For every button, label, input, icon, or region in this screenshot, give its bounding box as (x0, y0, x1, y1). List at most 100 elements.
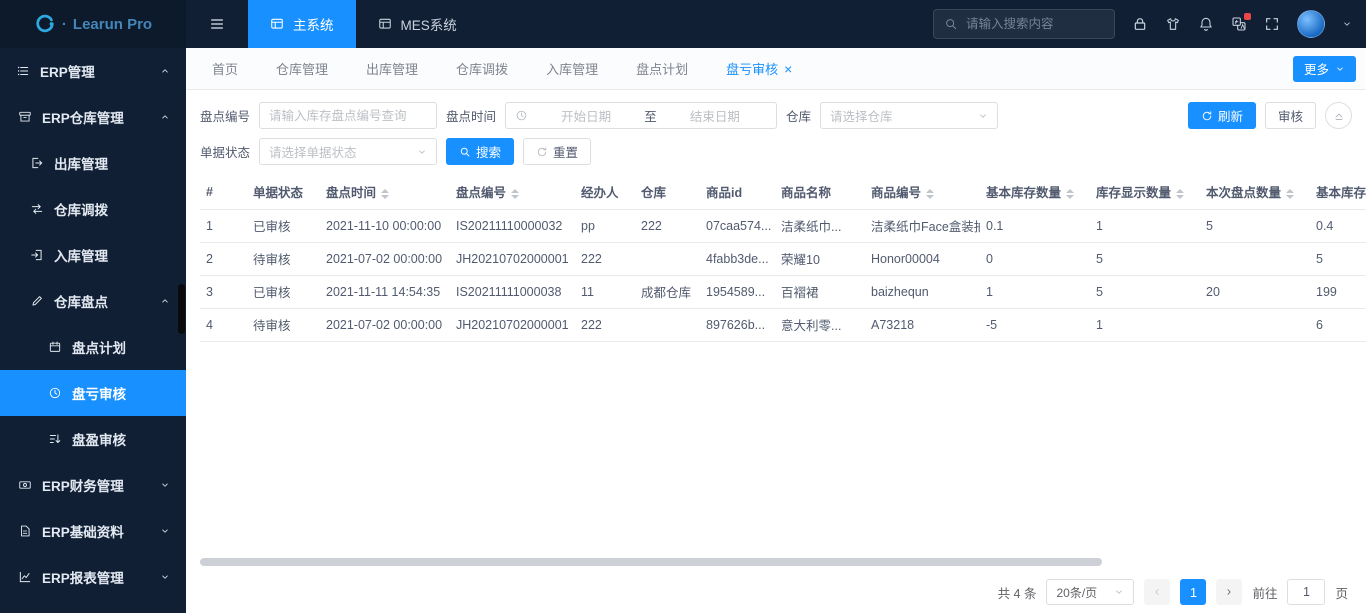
sidebar-item-9[interactable]: ERP财务管理 (0, 462, 186, 508)
global-search[interactable] (933, 9, 1115, 39)
system-tabs: 主系统 MES系统 (248, 0, 479, 48)
reset-button[interactable]: 重置 (523, 138, 592, 165)
warehouse-select[interactable]: 请选择仓库 (820, 102, 999, 129)
page-tab-7[interactable]: 盘亏审核 × (726, 59, 792, 78)
sort-icon[interactable] (1066, 188, 1075, 199)
fullscreen-button[interactable] (1264, 16, 1280, 32)
page-tab-label: 首页 (212, 62, 239, 77)
sort-icon[interactable] (1286, 188, 1295, 199)
start-date-placeholder[interactable]: 开始日期 (534, 106, 638, 125)
chevron-up-icon (160, 112, 170, 122)
page-tab-2[interactable]: 仓库管理 (276, 59, 328, 78)
table-cell: 2021-11-11 14:54:35 (320, 275, 450, 309)
table-cell: 百褶裙 (775, 275, 865, 309)
column-header-11[interactable]: 库存显示数量 (1090, 175, 1200, 210)
sidebar-item-10[interactable]: ERP基础资料 (0, 508, 186, 554)
table-row-2[interactable]: 2 待审核 2021-07-02 00:00:00 JH20210702000001 2… (200, 242, 1366, 276)
system-tab-2[interactable]: MES系统 (356, 0, 479, 48)
sort-icon[interactable] (511, 188, 520, 199)
clock-icon (515, 109, 528, 122)
prev-page-button[interactable] (1144, 579, 1171, 605)
sort-icon[interactable] (381, 188, 390, 199)
page-tab-6[interactable]: 盘点计划 (636, 59, 688, 78)
page-tab-4[interactable]: 仓库调拨 (456, 59, 508, 78)
filter-row-1: 盘点编号 盘点时间 开始日期 至 结束日期 仓库 请选择仓库 刷 (200, 102, 1352, 129)
table-cell: pp (575, 209, 635, 243)
column-header-12[interactable]: 本次盘点数量 (1200, 175, 1310, 210)
table-header-row: # 单据状态 盘点时间 盘点编号 经办人 仓库 商品id 商品名称 商品编号 基本库存数量 库存显示… (200, 175, 1366, 210)
lock-button[interactable] (1132, 16, 1148, 32)
filter-row-2: 单据状态 请选择单据状态 搜索 重置 (200, 138, 1352, 165)
language-button[interactable] (1231, 13, 1251, 32)
column-label: 商品编号 (871, 186, 922, 201)
sidebar-item-7[interactable]: 盘亏审核 (0, 370, 186, 416)
theme-icon (1165, 16, 1181, 32)
sidebar-item-3[interactable]: 仓库调拨 (0, 186, 186, 232)
sidebar-root-label: ERP管理 (40, 65, 95, 80)
table-cell: 20 (1200, 275, 1310, 309)
column-header-4[interactable]: 盘点编号 (450, 175, 575, 210)
theme-button[interactable] (1165, 16, 1181, 32)
code-input[interactable] (259, 102, 438, 129)
page-tab-1[interactable]: 首页 (212, 59, 238, 78)
system-tab-1[interactable]: 主系统 (248, 0, 356, 48)
table-row-1[interactable]: 1 已审核 2021-11-10 00:00:00 IS20211110000032 p… (200, 209, 1366, 243)
global-search-input[interactable] (966, 17, 1104, 31)
app-root: · Learun Pro 主系统 MES系统 请输入搜索内容 ERP管理 ERP… (0, 0, 1366, 613)
page-size-select[interactable]: 20条/页 (1046, 579, 1135, 605)
goto-page-input[interactable] (1287, 579, 1326, 605)
audit-button[interactable]: 审核 (1264, 102, 1316, 129)
page-tab-label: 盘亏审核 (726, 62, 779, 77)
sidebar-item-8[interactable]: 盘盈审核 (0, 416, 186, 462)
sort-icon[interactable] (1176, 188, 1185, 199)
column-header-10[interactable]: 基本库存数量 (980, 175, 1090, 210)
sidebar-toggle-button[interactable] (186, 0, 248, 48)
stocktake-icon (30, 294, 44, 308)
sidebar-item-2[interactable]: 出库管理 (0, 140, 186, 186)
close-tab-icon[interactable]: × (784, 62, 792, 76)
column-header-3[interactable]: 盘点时间 (320, 175, 450, 210)
status-select[interactable]: 请选择单据状态 (259, 138, 438, 165)
user-avatar[interactable] (1297, 10, 1325, 38)
fullscreen-icon (1264, 16, 1280, 32)
sidebar-scrollbar-thumb[interactable] (178, 284, 185, 334)
sidebar-item-6[interactable]: 盘点计划 (0, 324, 186, 370)
sidebar-item-5[interactable]: 仓库盘点 (0, 278, 186, 324)
notification-button[interactable] (1198, 16, 1214, 32)
page-1-button[interactable]: 1 (1180, 579, 1207, 605)
column-header-13[interactable]: 基本库存数量 (1310, 175, 1366, 210)
end-date-placeholder[interactable]: 结束日期 (663, 106, 767, 125)
chevron-down-icon (1335, 64, 1345, 74)
app-logo[interactable]: · Learun Pro (0, 0, 186, 48)
sidebar-item-11[interactable]: ERP报表管理 (0, 554, 186, 600)
monitor-icon (378, 17, 392, 31)
table-cell: 1 (1090, 308, 1200, 342)
refresh-button[interactable]: 刷新 (1187, 102, 1256, 129)
goto-label: 前往 (1252, 586, 1278, 601)
table-row-3[interactable]: 3 已审核 2021-11-11 14:54:35 IS20211111000038 1… (200, 275, 1366, 309)
table-row-4[interactable]: 4 待审核 2021-07-02 00:00:00 JH20210702000001 2… (200, 308, 1366, 342)
next-page-button[interactable] (1216, 579, 1243, 605)
filter-panel: 盘点编号 盘点时间 开始日期 至 结束日期 仓库 请选择仓库 刷 (186, 90, 1366, 169)
page-tab-3[interactable]: 出库管理 (366, 59, 418, 78)
more-tabs-button[interactable]: 更多 (1292, 55, 1356, 82)
user-menu-chevron-icon[interactable] (1342, 19, 1352, 29)
page-unit: 页 (1335, 586, 1348, 601)
page-tab-5[interactable]: 入库管理 (546, 59, 598, 78)
logo-icon (34, 13, 56, 35)
sort-icon[interactable] (926, 188, 935, 199)
table-cell: 1954589... (700, 275, 775, 309)
outbound-icon (30, 156, 44, 170)
horizontal-scrollbar[interactable] (200, 558, 1102, 566)
date-range-picker[interactable]: 开始日期 至 结束日期 (505, 102, 778, 129)
chevron-down-icon (978, 111, 988, 121)
collapse-search-button[interactable] (1325, 102, 1352, 129)
document-icon (18, 524, 32, 538)
column-header-9[interactable]: 商品编号 (865, 175, 980, 210)
sidebar-item-label: ERP基础资料 (42, 525, 124, 540)
warehouse-label: 仓库 (786, 110, 812, 124)
sidebar-item-1[interactable]: ERP仓库管理 (0, 94, 186, 140)
search-button[interactable]: 搜索 (446, 138, 515, 165)
sidebar-item-4[interactable]: 入库管理 (0, 232, 186, 278)
sidebar-root-item[interactable]: ERP管理 (0, 48, 186, 94)
